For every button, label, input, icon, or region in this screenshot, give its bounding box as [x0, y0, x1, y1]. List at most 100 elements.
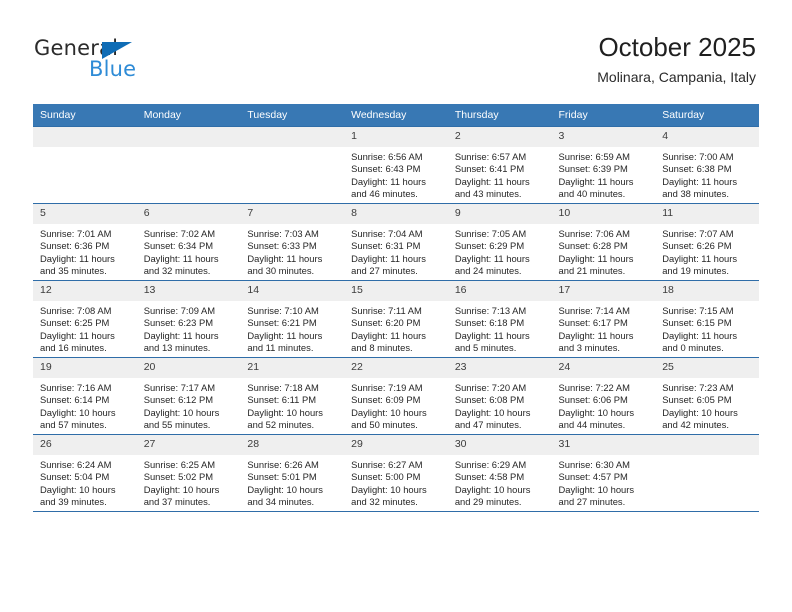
calendar-day-cell[interactable]: 3 Sunrise: 6:59 AM Sunset: 6:39 PM Daylight… — [551, 126, 656, 204]
calendar-day-cell[interactable]: 11 Sunrise: 7:07 AM Sunset: 6:26 PM Dayligh… — [655, 203, 759, 281]
calendar-day-cell[interactable]: 8 Sunrise: 7:04 AM Sunset: 6:31 PM Daylight… — [344, 203, 448, 281]
sunrise-line: Sunrise: 7:14 AM — [558, 305, 630, 316]
weekday-header-tuesday: Tuesday — [240, 104, 345, 127]
calendar-week-row: 5 Sunrise: 7:01 AM Sunset: 6:36 PM Daylight… — [33, 203, 759, 281]
calendar-day-cell[interactable]: 15 Sunrise: 7:11 AM Sunset: 6:20 PM Dayligh… — [344, 280, 448, 358]
sunset-line: Sunset: 6:28 PM — [558, 240, 628, 252]
calendar-page: General Blue October 2025 Molinara, Camp… — [0, 0, 792, 612]
daylight-line-1: Daylight: 11 hours — [558, 329, 634, 341]
day-number: 10 — [551, 204, 656, 224]
sunset-line: Sunset: 5:02 PM — [143, 471, 214, 483]
calendar-week-row: 12 Sunrise: 7:08 AM Sunset: 6:25 PM Dayligh… — [33, 280, 759, 358]
calendar-day-cell[interactable]: 31 Sunrise: 6:30 AM Sunset: 4:57 PM Dayligh… — [551, 434, 656, 511]
daylight-line-2: and 27 minutes. — [558, 496, 626, 508]
day-number: 18 — [655, 281, 759, 301]
calendar-day-cell[interactable]: 7 Sunrise: 7:03 AM Sunset: 6:33 PM Daylight… — [240, 203, 345, 281]
sunrise-line: Sunrise: 7:23 AM — [662, 382, 734, 393]
daylight-line-2: and 43 minutes. — [454, 188, 522, 200]
calendar-day-cell[interactable]: 17 Sunrise: 7:14 AM Sunset: 6:17 PM Dayligh… — [551, 280, 656, 358]
calendar-empty-cell — [240, 126, 345, 204]
day-sun-info: Sunrise: 7:17 AM Sunset: 6:12 PM Daylight:… — [137, 378, 241, 432]
calendar-day-cell[interactable]: 4 Sunrise: 7:00 AM Sunset: 6:38 PM Daylight… — [655, 126, 759, 204]
general-blue-logo[interactable]: General Blue — [34, 36, 294, 86]
sunset-line: Sunset: 6:43 PM — [351, 163, 421, 175]
calendar-day-cell[interactable]: 23 Sunrise: 7:20 AM Sunset: 6:08 PM Dayligh… — [447, 357, 552, 435]
weekday-header-monday: Monday — [136, 104, 241, 127]
day-sun-info: Sunrise: 7:05 AM Sunset: 6:29 PM Daylight:… — [448, 224, 552, 278]
day-number: 16 — [447, 281, 552, 301]
sunrise-line: Sunrise: 7:02 AM — [143, 228, 216, 239]
daylight-line-1: Daylight: 10 hours — [143, 483, 220, 495]
day-number: 28 — [240, 435, 345, 455]
calendar-day-cell[interactable]: 14 Sunrise: 7:10 AM Sunset: 6:21 PM Dayligh… — [240, 280, 345, 358]
daylight-line-1: Daylight: 10 hours — [351, 406, 427, 418]
sunset-line: Sunset: 5:00 PM — [351, 471, 421, 483]
day-sun-info: Sunrise: 7:00 AM Sunset: 6:38 PM Daylight:… — [655, 147, 759, 201]
calendar-header-row: Sunday Monday Tuesday Wednesday Thursday… — [33, 104, 759, 127]
calendar-day-cell[interactable]: 16 Sunrise: 7:13 AM Sunset: 6:18 PM Dayligh… — [447, 280, 552, 358]
calendar-day-cell[interactable]: 2 Sunrise: 6:57 AM Sunset: 6:41 PM Daylight… — [447, 126, 552, 204]
day-number: 20 — [136, 358, 241, 378]
day-number — [136, 127, 241, 147]
daylight-line-2: and 55 minutes. — [143, 419, 211, 431]
day-number — [655, 435, 759, 455]
daylight-line-1: Daylight: 10 hours — [143, 406, 220, 418]
day-sun-info: Sunrise: 6:29 AM Sunset: 4:58 PM Daylight:… — [448, 455, 552, 509]
day-sun-info: Sunrise: 6:30 AM Sunset: 4:57 PM Daylight:… — [552, 455, 656, 509]
calendar-day-cell[interactable]: 5 Sunrise: 7:01 AM Sunset: 6:36 PM Daylight… — [33, 203, 137, 281]
weekday-header-row: Sunday Monday Tuesday Wednesday Thursday… — [33, 104, 759, 127]
calendar-day-cell[interactable]: 6 Sunrise: 7:02 AM Sunset: 6:34 PM Daylight… — [136, 203, 241, 281]
daylight-line-2: and 50 minutes. — [351, 419, 418, 431]
sunset-line: Sunset: 6:12 PM — [143, 394, 214, 406]
calendar-day-cell[interactable]: 1 Sunrise: 6:56 AM Sunset: 6:43 PM Daylight… — [344, 126, 448, 204]
calendar-day-cell[interactable]: 9 Sunrise: 7:05 AM Sunset: 6:29 PM Daylight… — [447, 203, 552, 281]
calendar-grid: Sunday Monday Tuesday Wednesday Thursday… — [33, 104, 759, 512]
daylight-line-1: Daylight: 11 hours — [351, 175, 426, 187]
calendar-day-cell[interactable]: 10 Sunrise: 7:06 AM Sunset: 6:28 PM Dayligh… — [551, 203, 656, 281]
day-sun-info: Sunrise: 7:22 AM Sunset: 6:06 PM Daylight:… — [552, 378, 656, 432]
sunrise-line: Sunrise: 7:09 AM — [143, 305, 216, 316]
sunset-line: Sunset: 6:15 PM — [662, 317, 732, 329]
day-number: 19 — [33, 358, 137, 378]
daylight-line-1: Daylight: 10 hours — [351, 483, 427, 495]
calendar-day-cell[interactable]: 18 Sunrise: 7:15 AM Sunset: 6:15 PM Dayligh… — [655, 280, 759, 358]
sunrise-line: Sunrise: 7:22 AM — [558, 382, 630, 393]
calendar-day-cell[interactable]: 26 Sunrise: 6:24 AM Sunset: 5:04 PM Dayligh… — [33, 434, 137, 511]
calendar-day-cell[interactable]: 27 Sunrise: 6:25 AM Sunset: 5:02 PM Dayligh… — [136, 434, 241, 511]
calendar-day-cell[interactable]: 12 Sunrise: 7:08 AM Sunset: 6:25 PM Dayligh… — [33, 280, 137, 358]
day-sun-info: Sunrise: 7:15 AM Sunset: 6:15 PM Daylight:… — [655, 301, 759, 355]
daylight-line-2: and 5 minutes. — [454, 342, 517, 354]
daylight-line-2: and 35 minutes. — [40, 265, 107, 277]
calendar-week-row: 1 Sunrise: 6:56 AM Sunset: 6:43 PM Daylight… — [33, 126, 759, 204]
day-number: 25 — [655, 358, 759, 378]
day-sun-info: Sunrise: 7:20 AM Sunset: 6:08 PM Daylight:… — [448, 378, 552, 432]
calendar-day-cell[interactable]: 22 Sunrise: 7:19 AM Sunset: 6:09 PM Dayligh… — [344, 357, 448, 435]
calendar-day-cell[interactable]: 25 Sunrise: 7:23 AM Sunset: 6:05 PM Dayligh… — [655, 357, 759, 435]
calendar-day-cell[interactable]: 28 Sunrise: 6:26 AM Sunset: 5:01 PM Dayligh… — [240, 434, 345, 511]
sunrise-line: Sunrise: 7:18 AM — [247, 382, 319, 393]
day-number: 11 — [655, 204, 759, 224]
sunset-line: Sunset: 6:26 PM — [662, 240, 732, 252]
day-number: 26 — [33, 435, 137, 455]
sunrise-line: Sunrise: 6:57 AM — [454, 151, 527, 162]
calendar-day-cell[interactable]: 30 Sunrise: 6:29 AM Sunset: 4:58 PM Dayligh… — [447, 434, 552, 511]
day-sun-info: Sunrise: 6:25 AM Sunset: 5:02 PM Daylight:… — [137, 455, 241, 509]
calendar-day-cell[interactable]: 21 Sunrise: 7:18 AM Sunset: 6:11 PM Dayligh… — [240, 357, 345, 435]
day-number: 6 — [136, 204, 241, 224]
calendar-day-cell[interactable]: 24 Sunrise: 7:22 AM Sunset: 6:06 PM Dayligh… — [551, 357, 656, 435]
daylight-line-2: and 13 minutes. — [143, 342, 211, 354]
calendar-day-cell[interactable]: 19 Sunrise: 7:16 AM Sunset: 6:14 PM Dayligh… — [33, 357, 137, 435]
daylight-line-2: and 47 minutes. — [454, 419, 522, 431]
sunset-line: Sunset: 5:01 PM — [247, 471, 317, 483]
day-number — [240, 127, 345, 147]
calendar-day-cell[interactable]: 29 Sunrise: 6:27 AM Sunset: 5:00 PM Dayligh… — [344, 434, 448, 511]
calendar-day-cell[interactable]: 20 Sunrise: 7:17 AM Sunset: 6:12 PM Dayligh… — [136, 357, 241, 435]
daylight-line-1: Daylight: 11 hours — [662, 252, 738, 264]
sunrise-line: Sunrise: 7:17 AM — [143, 382, 216, 393]
day-sun-info: Sunrise: 7:14 AM Sunset: 6:17 PM Daylight:… — [552, 301, 656, 355]
calendar-day-cell[interactable]: 13 Sunrise: 7:09 AM Sunset: 6:23 PM Dayligh… — [136, 280, 241, 358]
calendar-empty-cell — [655, 434, 759, 511]
title-block: October 2025 Molinara, Campania, Italy — [597, 30, 756, 88]
daylight-line-1: Daylight: 11 hours — [454, 252, 530, 264]
weekday-header-thursday: Thursday — [447, 104, 552, 127]
